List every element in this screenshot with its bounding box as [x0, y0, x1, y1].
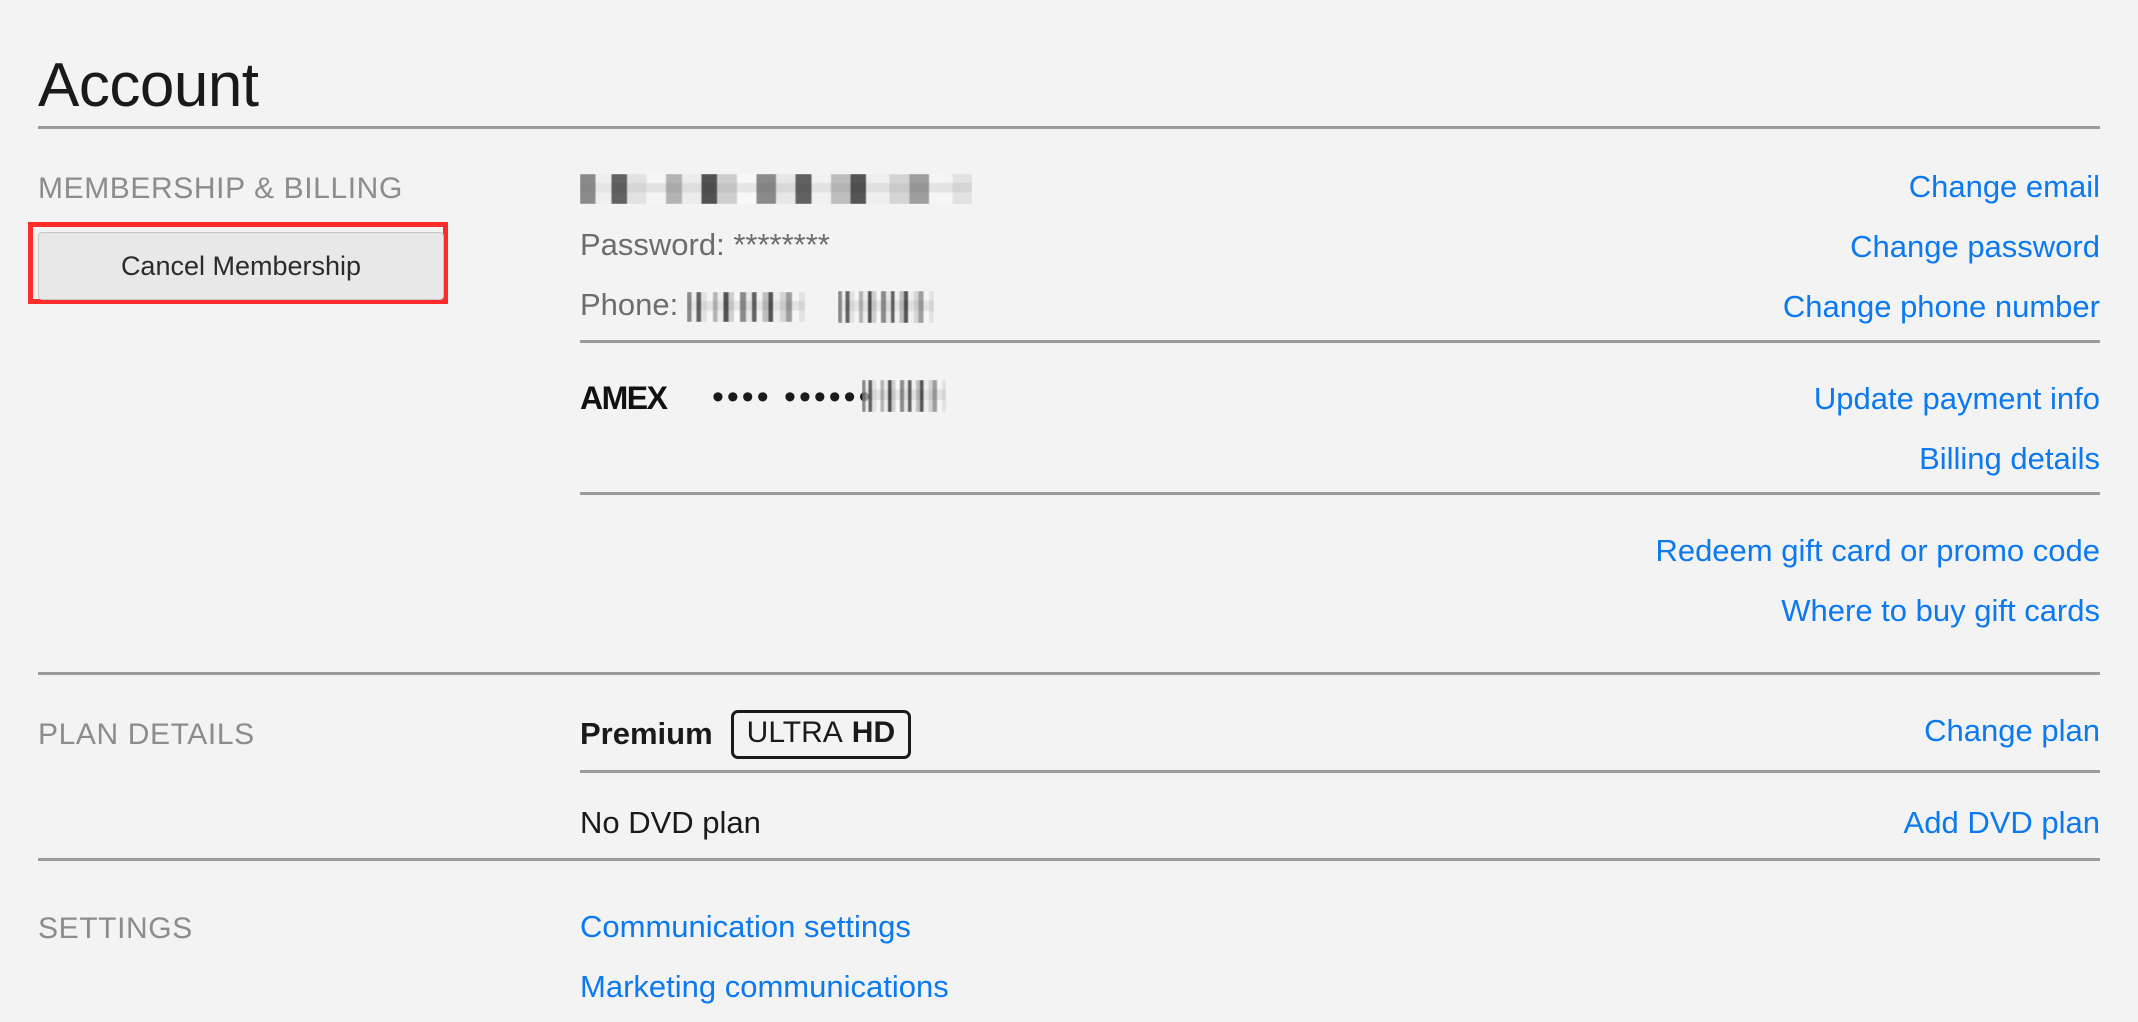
plan-name-row: Premium ULTRA HD	[580, 710, 912, 759]
change-plan-link[interactable]: Change plan	[1924, 712, 2100, 749]
redeem-gift-card-link[interactable]: Redeem gift card or promo code	[1655, 532, 2100, 569]
plan-name: Premium	[580, 716, 713, 752]
where-to-buy-gift-cards-link[interactable]: Where to buy gift cards	[1781, 592, 2100, 629]
ultra-hd-badge: ULTRA HD	[730, 710, 912, 759]
redacted-email-block	[580, 174, 972, 204]
badge-hd-text: HD	[851, 716, 896, 749]
section-label-settings: SETTINGS	[38, 912, 193, 945]
change-email-link[interactable]: Change email	[1909, 168, 2100, 205]
password-value: ********	[733, 227, 830, 262]
change-password-link[interactable]: Change password	[1850, 228, 2100, 265]
divider-plan-settings	[38, 858, 2100, 861]
phone-label: Phone:	[580, 287, 679, 322]
account-password-row: Password: ********	[580, 226, 830, 263]
billing-details-link[interactable]: Billing details	[1919, 440, 2100, 477]
card-number-masked: •••• ••••••	[712, 378, 874, 416]
divider-plan-dvd	[580, 770, 2100, 773]
add-dvd-plan-link[interactable]: Add DVD plan	[1904, 804, 2100, 841]
section-label-plan-details: PLAN DETAILS	[38, 718, 255, 751]
divider-above-payment	[580, 340, 2100, 343]
marketing-communications-link[interactable]: Marketing communications	[580, 968, 949, 1005]
password-label: Password:	[580, 227, 725, 262]
redacted-card-block	[862, 380, 946, 412]
divider-above-gift-cards	[580, 492, 2100, 495]
account-email-value	[580, 168, 972, 205]
divider-membership-plan	[38, 672, 2100, 675]
badge-ultra-text: ULTRA	[746, 716, 843, 749]
dvd-plan-status: No DVD plan	[580, 805, 761, 840]
divider-under-title	[38, 126, 2100, 129]
redacted-card-digits	[862, 380, 946, 412]
section-label-membership-billing: MEMBERSHIP & BILLING	[38, 172, 403, 205]
change-phone-number-link[interactable]: Change phone number	[1783, 288, 2100, 325]
amex-card-brand-logo: AMEX	[580, 380, 668, 416]
cancel-membership-button[interactable]: Cancel Membership	[38, 232, 444, 300]
redacted-phone-block-1	[687, 292, 805, 322]
redacted-phone-block-2	[838, 291, 934, 323]
account-page: Account MEMBERSHIP & BILLING Cancel Memb…	[0, 0, 2138, 1022]
page-title: Account	[38, 50, 259, 120]
account-phone-row: Phone:	[580, 286, 934, 323]
update-payment-info-link[interactable]: Update payment info	[1814, 380, 2100, 417]
communication-settings-link[interactable]: Communication settings	[580, 908, 911, 945]
cancel-membership-highlight: Cancel Membership	[28, 222, 448, 304]
